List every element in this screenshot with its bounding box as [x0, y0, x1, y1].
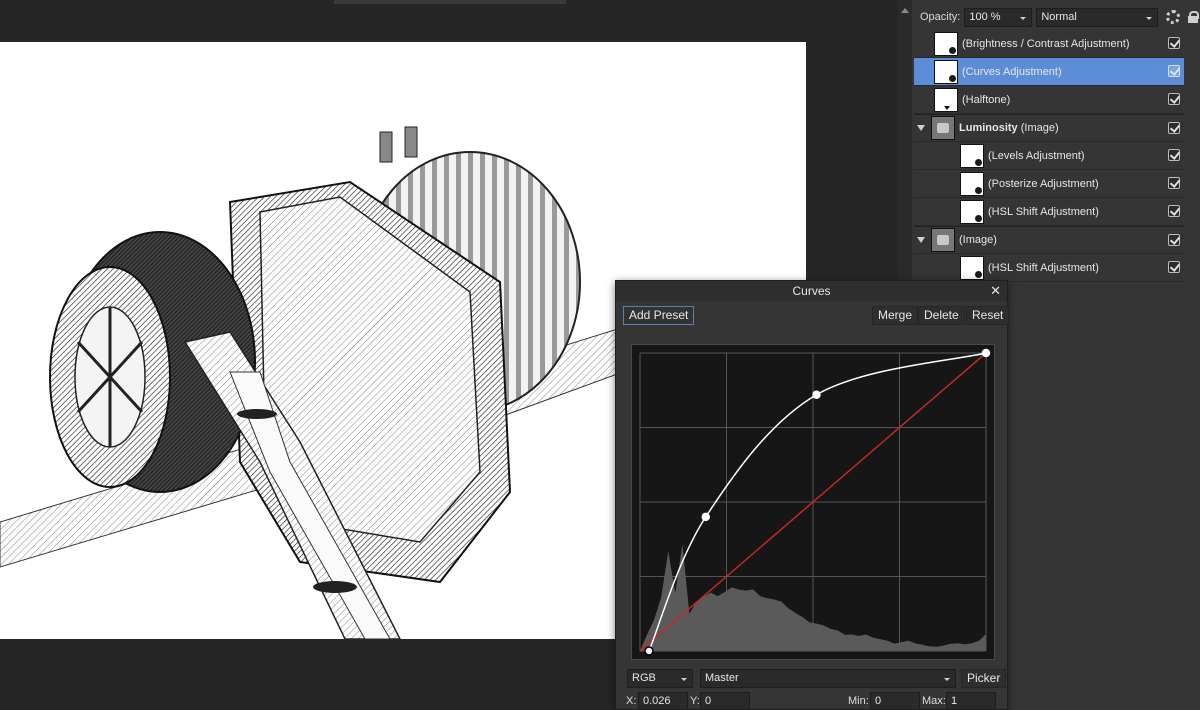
delete-button[interactable]: Delete: [918, 306, 965, 325]
horizontal-scroll-thumb[interactable]: [334, 0, 566, 4]
layer-thumbnail: [960, 143, 984, 168]
layer-name: (Posterize Adjustment): [988, 177, 1099, 190]
control-point[interactable]: [981, 348, 991, 358]
y-label: Y:: [690, 695, 700, 707]
layer-name: (Brightness / Contrast Adjustment): [962, 37, 1130, 50]
channel-space-value: RGB: [632, 672, 656, 684]
layer-name: (Image): [959, 234, 997, 246]
layer-name-suffix: (Image): [1020, 122, 1059, 134]
layer-row[interactable]: (HSL Shift Adjustment): [914, 198, 1184, 226]
x-label: X:: [626, 695, 637, 707]
channel-space-dropdown[interactable]: RGB: [627, 669, 693, 688]
top-toolbar-strip: [0, 0, 898, 42]
close-icon[interactable]: ✕: [990, 281, 1001, 301]
lock-icon[interactable]: [1188, 11, 1200, 23]
add-preset-button[interactable]: Add Preset: [623, 306, 695, 325]
layer-row-selected[interactable]: (Curves Adjustment): [914, 58, 1184, 86]
opacity-row: Opacity: 100 % Normal: [914, 6, 1200, 28]
max-field[interactable]: 1: [946, 692, 996, 710]
control-point[interactable]: [812, 390, 821, 399]
visibility-checkbox[interactable]: [1168, 37, 1180, 49]
curves-graph[interactable]: [631, 344, 995, 660]
gear-icon[interactable]: [1166, 10, 1181, 24]
chevron-down-icon: [1146, 16, 1153, 20]
visibility-checkbox[interactable]: [1168, 65, 1180, 77]
channel-value: Master: [705, 672, 739, 684]
layer-thumbnail: [960, 255, 984, 280]
adjustment-icon: [975, 270, 982, 278]
layer-name: (HSL Shift Adjustment): [988, 261, 1099, 274]
layer-group-row[interactable]: (Image): [914, 226, 1184, 254]
adjustment-icon: [949, 46, 956, 54]
layer-name: (HSL Shift Adjustment): [988, 205, 1099, 218]
adjustment-icon: [975, 186, 982, 194]
layers-scrollbar[interactable]: [898, 0, 912, 280]
visibility-checkbox[interactable]: [1168, 261, 1180, 273]
layer-name: (Levels Adjustment): [988, 149, 1085, 162]
curves-graph-svg[interactable]: [632, 345, 994, 659]
adjustment-icon: [975, 158, 982, 166]
opacity-value: 100 %: [969, 10, 1001, 23]
visibility-checkbox[interactable]: [1168, 234, 1180, 246]
opacity-dropdown[interactable]: 100 %: [964, 7, 1033, 27]
halftone-icon: [944, 105, 950, 110]
layer-thumbnail: [960, 199, 984, 224]
layer-name: (Halftone): [962, 93, 1011, 106]
chevron-down-icon: [944, 678, 950, 681]
expand-triangle-icon[interactable]: [917, 125, 925, 131]
curves-titlebar[interactable]: Curves ✕: [616, 281, 1007, 301]
layer-row[interactable]: (HSL Shift Adjustment): [914, 254, 1184, 282]
layer-name-bold: Luminosity: [959, 122, 1018, 134]
layer-row[interactable]: (Posterize Adjustment): [914, 170, 1184, 198]
x-field[interactable]: 0.026: [638, 692, 688, 710]
curves-dialog: Curves ✕ Add Preset Merge Delete Reset R…: [615, 280, 1010, 710]
max-label: Max:: [922, 695, 946, 707]
curves-title: Curves: [792, 284, 831, 298]
channel-dropdown[interactable]: Master: [700, 669, 956, 688]
layer-name: (Curves Adjustment): [962, 65, 1062, 78]
min-field[interactable]: 0: [870, 692, 920, 710]
layer-thumbnail: [931, 116, 955, 140]
layer-row[interactable]: (Brightness / Contrast Adjustment): [914, 30, 1184, 58]
blend-mode-dropdown[interactable]: Normal: [1036, 7, 1159, 27]
adjustment-icon: [975, 214, 982, 222]
layer-list: (Brightness / Contrast Adjustment) (Curv…: [914, 30, 1184, 282]
picker-button[interactable]: Picker: [961, 669, 1007, 688]
layer-thumbnail: [934, 59, 958, 84]
layer-group-row[interactable]: Luminosity (Image): [914, 114, 1184, 142]
visibility-checkbox[interactable]: [1168, 122, 1180, 134]
adjustment-icon: [949, 74, 956, 82]
layer-thumbnail: [934, 87, 958, 112]
visibility-checkbox[interactable]: [1168, 177, 1180, 189]
scroll-up-arrow-icon[interactable]: [901, 8, 909, 13]
layer-row[interactable]: (Levels Adjustment): [914, 142, 1184, 170]
layer-thumbnail: [934, 31, 958, 56]
control-point[interactable]: [701, 512, 710, 522]
chevron-down-icon: [1020, 16, 1027, 20]
layer-name: Luminosity (Image): [959, 122, 1059, 134]
layer-thumbnail: [931, 228, 955, 252]
reset-button[interactable]: Reset: [966, 306, 1010, 325]
layer-row[interactable]: (Halftone): [914, 86, 1184, 114]
min-label: Min:: [848, 695, 869, 707]
visibility-checkbox[interactable]: [1168, 205, 1180, 217]
visibility-checkbox[interactable]: [1168, 93, 1180, 105]
visibility-checkbox[interactable]: [1168, 149, 1180, 161]
layer-thumbnail: [960, 171, 984, 196]
blend-mode-value: Normal: [1041, 10, 1077, 23]
control-point-selected[interactable]: [644, 646, 654, 656]
expand-triangle-icon[interactable]: [917, 237, 925, 243]
merge-button[interactable]: Merge: [872, 306, 919, 325]
chevron-down-icon: [681, 678, 687, 681]
y-field[interactable]: 0: [700, 692, 750, 710]
opacity-label: Opacity:: [920, 11, 961, 23]
app-window: Opacity: 100 % Normal (Brightness / Cont…: [0, 0, 1200, 710]
